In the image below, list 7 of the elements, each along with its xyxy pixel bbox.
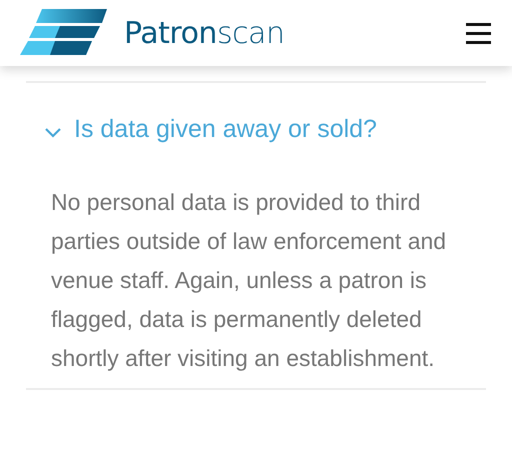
chevron-icon: [44, 127, 62, 139]
brand-name: Patronscan: [124, 16, 284, 50]
menu-icon: [466, 22, 492, 44]
faq-question[interactable]: Is data given away or sold?: [26, 83, 486, 147]
menu-button[interactable]: [464, 20, 494, 46]
logo-icon: [20, 9, 110, 57]
faq-answer: No personal data is provided to third parties outside of law enforcement and venue staff. Again, unless a patron is flagged, data is permanently deleted shortly after visiting an establishment.: [51, 188, 448, 373]
